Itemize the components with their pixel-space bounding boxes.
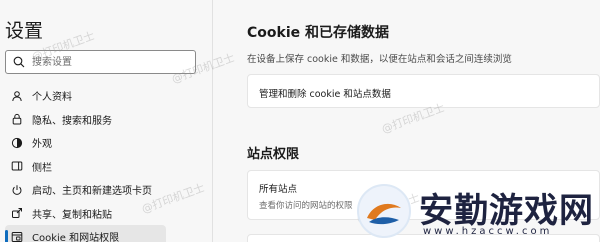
search-box[interactable]: [5, 50, 196, 74]
site-permissions-title: 站点权限: [247, 147, 300, 162]
sidebar-item-share[interactable]: 共享、复制和粘贴: [0, 202, 213, 226]
search-input[interactable]: [32, 54, 187, 70]
share-icon: [12, 208, 22, 219]
lock-icon: [12, 114, 22, 125]
search-icon: [13, 56, 25, 68]
sidebar-item-appearance[interactable]: 外观: [0, 131, 213, 155]
sidebar-item-privacy[interactable]: 隐私、搜索和服务: [0, 108, 213, 132]
manage-cookies-label: 管理和删除 cookie 和站点数据: [259, 89, 391, 100]
sidebar-item-label: 启动、主页和新建选项卡页: [32, 186, 152, 198]
power-icon: [12, 184, 22, 195]
sidebar-item-cookies[interactable]: Cookie 和网站权限: [5, 225, 166, 242]
logo-url: www.hzaccw.com: [423, 226, 553, 237]
sidebar-item-label: 共享、复制和粘贴: [32, 209, 112, 221]
site-logo: 安勤游戏网 www.hzaccw.com: [357, 181, 600, 242]
cookies-section-title: Cookie 和已存储数据: [247, 25, 389, 41]
sidebar-item-label: 个人资料: [32, 92, 72, 104]
sidebar-item-sidebar[interactable]: 侧栏: [0, 155, 213, 179]
settings-title: 设置: [5, 20, 44, 42]
settings-nav: 个人资料 隐私、搜索和服务 外观 侧栏 启动、主页和新建选项卡页 共享、复制和粘…: [0, 84, 213, 242]
all-sites-description: 查看你访问的网站的权限: [259, 201, 353, 211]
sidebar-item-label: 外观: [32, 139, 52, 151]
manage-cookies-card[interactable]: 管理和删除 cookie 和站点数据: [247, 74, 600, 108]
appearance-icon: [11, 137, 23, 148]
sidebar-item-startup[interactable]: 启动、主页和新建选项卡页: [0, 178, 213, 202]
sidebar-item-label: 侧栏: [32, 162, 52, 174]
sidebar-icon: [11, 161, 23, 171]
logo-emblem-icon: [357, 184, 411, 238]
sidebar-item-label: Cookie 和网站权限: [32, 233, 120, 242]
sidebar-item-profile[interactable]: 个人资料: [0, 84, 213, 108]
sidebar-item-label: 隐私、搜索和服务: [32, 115, 112, 127]
site-permissions-icon: [11, 231, 23, 242]
all-sites-title: 所有站点: [259, 184, 298, 195]
cookies-section-description: 在设备上保存 cookie 和数据，以便在站点和会话之间连续浏览: [247, 54, 512, 65]
profile-icon: [12, 90, 22, 101]
logo-text: 安勤游戏网: [419, 191, 594, 231]
settings-sidebar: 设置 个人资料 隐私、搜索和服务 外观: [0, 0, 213, 242]
